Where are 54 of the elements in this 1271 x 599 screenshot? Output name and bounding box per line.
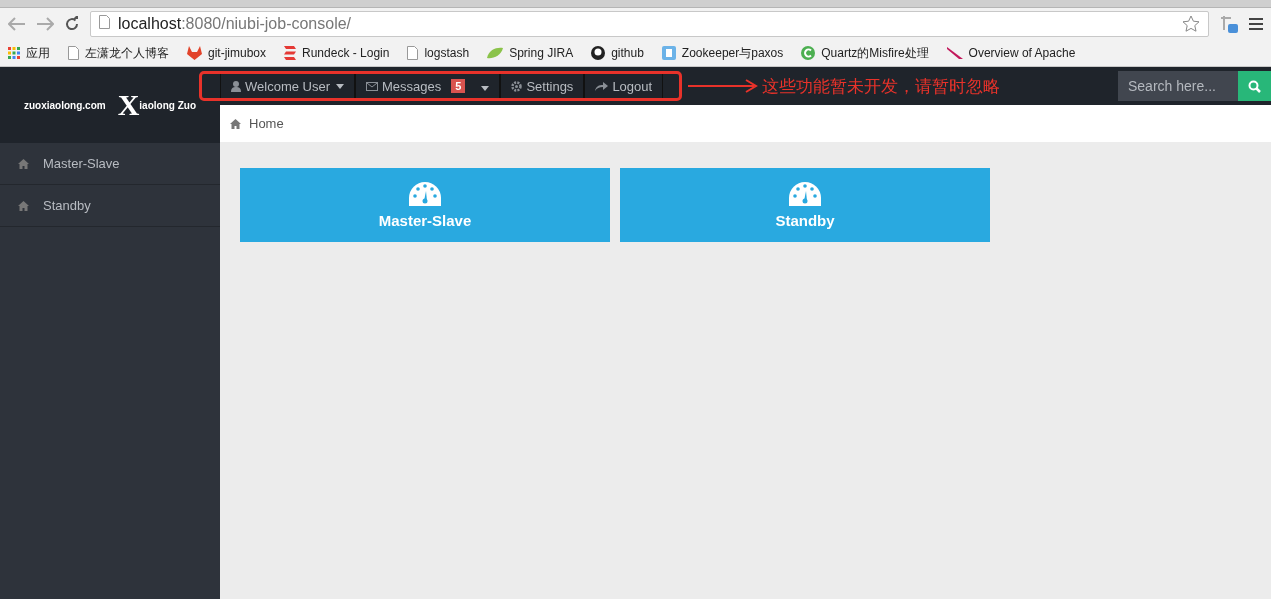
bookmark-link[interactable]: github [591,46,644,60]
annotation-arrow [688,79,759,93]
dashboard-icon [789,181,821,206]
nav-link[interactable]: Logout [584,74,664,98]
bookmark-link[interactable]: Rundeck - Login [284,46,390,60]
settings-icon [511,80,523,92]
sidebar-item[interactable]: Standby [0,185,220,227]
bookmark-link[interactable]: Spring JIRA [487,46,574,60]
caret-icon [336,83,344,89]
fox-icon [187,46,202,60]
annotation-note: 这些功能暂未开发，请暂时忽略 [762,75,1001,98]
search-field[interactable]: Search here... [1118,71,1238,101]
nav-link[interactable]: Welcome User [220,74,355,98]
envelope-icon [366,81,378,91]
bookmark-link[interactable]: Quartz的Misfire处理 [801,44,929,62]
search-icon [1248,79,1261,93]
blog-icon [661,46,676,60]
search-button[interactable] [1238,71,1271,101]
star-icon[interactable] [1182,15,1200,33]
apps-grid-icon [8,47,20,59]
page-icon [99,15,110,29]
page-icon [407,46,419,60]
c-logo-icon [801,46,816,60]
bookmark-link[interactable]: Zookeeper与paxos [661,44,784,62]
nav-link[interactable]: Settings [500,74,585,98]
menu-icon[interactable] [1249,18,1263,30]
page-icon [68,46,79,60]
back-icon[interactable] [8,17,26,31]
bookmark-link[interactable]: logstash [407,46,470,60]
extension-icon[interactable] [1219,14,1239,34]
home-icon [18,200,29,211]
bookmark-link[interactable]: Overview of Apache [946,46,1076,60]
stripes-icon [284,46,297,60]
feather-icon [946,47,963,59]
bookmark-link[interactable]: git-jimubox [187,46,267,60]
url-text: localhost:8080/niubi-job-console/ [118,15,352,33]
user-icon [231,80,241,92]
address-bar[interactable]: localhost:8080/niubi-job-console/ [90,11,1209,37]
leaf-icon [487,47,504,59]
sidebar-item[interactable]: Master-Slave [0,143,220,185]
reload-icon[interactable] [64,16,80,32]
octocat-icon [591,46,606,60]
message-count: 5 [451,79,466,93]
home-icon [18,158,29,169]
caret-icon [481,85,490,91]
share-arrow-icon [595,81,609,91]
site-name: zuoxiaolong.com [24,99,106,111]
nav-link[interactable]: Messages 5 [355,74,501,98]
breadcrumb-link[interactable]: Home [230,116,284,131]
bookmark-link[interactable]: 左潇龙个人博客 [68,44,169,62]
bookmark-link[interactable]: 应用 [8,44,50,62]
forward-icon[interactable] [36,17,54,31]
home-icon [230,118,241,129]
dashboard-icon [409,181,441,206]
